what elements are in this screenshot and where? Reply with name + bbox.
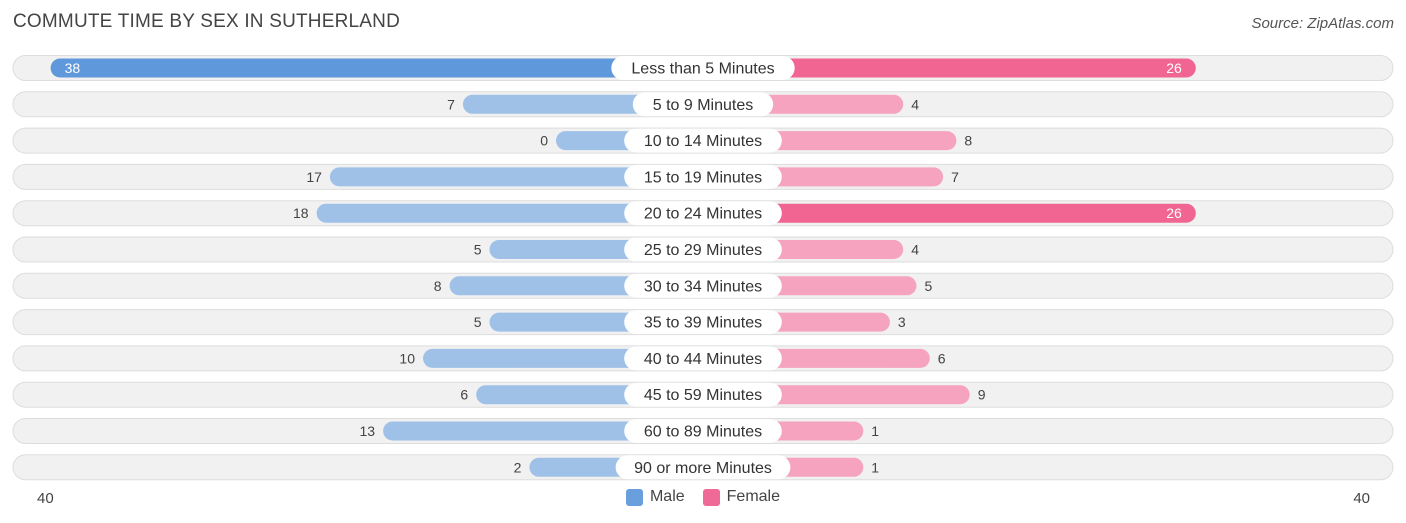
- legend-item-male[interactable]: Male: [625, 488, 685, 506]
- value-label-female: 1: [871, 459, 879, 475]
- category-label: 25 to 29 Minutes: [644, 242, 762, 259]
- value-label-male: 5: [474, 242, 482, 258]
- category-label: 90 or more Minutes: [634, 460, 772, 477]
- value-label-female: 4: [911, 96, 919, 112]
- category-label: 15 to 19 Minutes: [644, 169, 762, 186]
- category-label: 30 to 34 Minutes: [644, 278, 762, 295]
- category-label: 10 to 14 Minutes: [644, 133, 762, 150]
- category-label: 5 to 9 Minutes: [653, 97, 754, 114]
- value-label-female: 9: [978, 387, 986, 403]
- value-label-male: 7: [447, 96, 455, 112]
- value-label-male: 6: [460, 387, 468, 403]
- value-label-female: 4: [911, 242, 919, 258]
- legend-label-female: Female: [726, 488, 781, 505]
- legend-swatch-male: [625, 488, 643, 506]
- value-label-male: 5: [474, 314, 482, 330]
- value-label-male: 10: [399, 350, 415, 366]
- legend-swatch-female: [702, 488, 720, 506]
- category-label: 45 to 59 Minutes: [644, 387, 762, 404]
- category-label: 60 to 89 Minutes: [644, 424, 762, 441]
- category-label: 35 to 39 Minutes: [644, 315, 762, 332]
- category-label: 20 to 24 Minutes: [644, 206, 762, 223]
- value-label-male: 8: [434, 278, 442, 294]
- category-label: 40 to 44 Minutes: [644, 351, 762, 368]
- category-label: Less than 5 Minutes: [631, 61, 774, 78]
- value-label-female: 6: [938, 350, 946, 366]
- value-label-male: 13: [360, 423, 376, 439]
- value-label-female: 26: [1166, 205, 1182, 221]
- legend-label-male: Male: [649, 488, 685, 505]
- value-label-female: 8: [964, 133, 972, 149]
- value-label-female: 3: [898, 314, 906, 330]
- value-label-female: 7: [951, 169, 959, 185]
- value-label-female: 5: [925, 278, 933, 294]
- value-label-male: 18: [293, 205, 309, 221]
- value-label-male: 38: [65, 60, 81, 76]
- value-label-male: 17: [306, 169, 322, 185]
- value-label-female: 26: [1166, 60, 1182, 76]
- legend-item-female[interactable]: Female: [702, 488, 781, 506]
- value-label-female: 1: [871, 423, 879, 439]
- value-label-male: 2: [514, 459, 522, 475]
- value-label-male: 0: [540, 133, 548, 149]
- legend: Male Female: [0, 488, 1406, 506]
- chart-area: Less than 5 Minutes38 265 to 9 Minutes7 41…: [12, 55, 1394, 481]
- bar-male: [50, 58, 704, 78]
